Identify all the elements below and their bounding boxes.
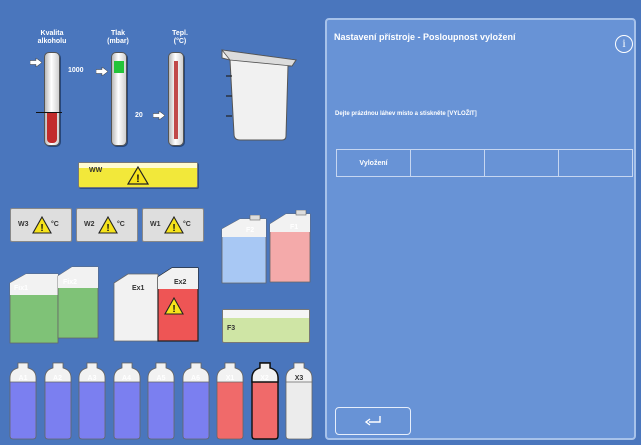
waste-wax-tank[interactable]: WW ! (78, 162, 198, 188)
warning-icon: ! (32, 216, 52, 234)
fixative-2-label: Fix2 (63, 279, 78, 286)
info-icon[interactable]: i (615, 35, 633, 53)
sequence-tabs: Vyložení (336, 149, 633, 177)
reagent-bottle-x3[interactable]: X3 (284, 362, 314, 440)
tab-unload[interactable]: Vyložení (336, 150, 410, 176)
formalin-1-container[interactable] (268, 210, 312, 284)
temperature-value: 20 (135, 112, 143, 119)
bottle-icon (182, 362, 209, 440)
panel-title: Nastavení přístroje - Posloupnost vylože… (334, 32, 516, 42)
wax-bath-2-unit: °C (117, 221, 125, 228)
reagent-bottle-a2[interactable]: A2 (43, 362, 73, 440)
alcohol-arrow-icon (30, 58, 42, 67)
wax-bath-1-unit: °C (183, 221, 191, 228)
reagent-bottle-a4[interactable]: A4 (112, 362, 142, 440)
bottle-icon (250, 362, 279, 440)
svg-text:!: ! (40, 223, 43, 234)
bottle-label: A5 (156, 375, 166, 382)
waste-wax-label: WW (89, 167, 103, 174)
bottle-label: A6 (191, 375, 200, 382)
bottle-label: A3 (87, 375, 97, 382)
wax-bath-2-label: W2 (84, 221, 95, 228)
reagent-bottle-a3[interactable]: A3 (77, 362, 107, 440)
temperature-gauge (168, 52, 184, 146)
pressure-arrow-icon (96, 67, 108, 76)
bottle-label: A4 (122, 375, 131, 382)
return-arrow-icon (365, 416, 381, 426)
temperature-level-fill (174, 61, 178, 139)
instruction-text: Dejte prázdnou láhev místo a stiskněte [… (335, 111, 477, 117)
pressure-max-value: 1000 (68, 67, 84, 74)
svg-text:!: ! (106, 223, 109, 234)
back-button[interactable] (335, 407, 411, 435)
fixative-1-container[interactable] (8, 271, 60, 345)
pressure-label: Tlak (mbar) (107, 30, 129, 45)
bottle-label: X2 (260, 375, 269, 382)
tank-lip (223, 310, 309, 318)
formalin-3-label: F3 (227, 325, 236, 332)
formalin-2-container[interactable] (220, 215, 268, 285)
svg-text:!: ! (172, 223, 175, 234)
alcohol-quality-label: Kvalita alkoholu (37, 30, 67, 45)
temperature-label: Tepl. (°C) (172, 30, 188, 45)
formalin-3-tank[interactable]: F3 (222, 309, 310, 343)
wax-bath-3[interactable]: W3 °C ! (10, 208, 72, 242)
svg-text:!: ! (172, 304, 175, 315)
external-1-container[interactable] (112, 271, 160, 343)
external-2-label: Ex2 (174, 279, 187, 286)
tab-empty-4[interactable] (558, 150, 633, 176)
wax-bath-3-label: W3 (18, 221, 29, 228)
reagent-bottle-x2[interactable]: X2 (250, 362, 280, 440)
unload-sequence-panel: Nastavení přístroje - Posloupnost vylože… (325, 18, 636, 440)
wax-bath-1[interactable]: W1 °C ! (142, 208, 204, 242)
reagent-bottle-a5[interactable]: A5 (146, 362, 176, 440)
warning-icon: ! (127, 166, 149, 185)
bottle-icon (147, 362, 175, 440)
bottle-label: A1 (18, 375, 28, 382)
external-1-label: Ex1 (132, 285, 145, 292)
warning-icon: ! (164, 297, 184, 315)
bottle-label: X1 (225, 375, 235, 382)
reagent-bottle-a6[interactable]: A6 (181, 362, 211, 440)
tab-empty-2[interactable] (410, 150, 484, 176)
reagent-bottle-row: A1 A2 A3 A4 A5 A6 X1 X2 X3 (8, 362, 318, 442)
tab-empty-3[interactable] (484, 150, 558, 176)
wax-bath-1-label: W1 (150, 221, 161, 228)
alcohol-quality-gauge (44, 52, 60, 146)
alcohol-level-fill (47, 113, 57, 143)
svg-text:!: ! (136, 173, 140, 185)
wax-bath-2[interactable]: W2 °C ! (76, 208, 138, 242)
fixative-1-label: Fix1 (14, 285, 29, 292)
formalin-1-label: F1 (290, 224, 299, 231)
warning-icon: ! (164, 216, 184, 234)
fixative-2-container[interactable] (56, 264, 100, 340)
bottle-icon (44, 362, 71, 440)
bottle-icon (216, 362, 244, 440)
bottle-label: X3 (294, 375, 304, 382)
warning-icon: ! (98, 216, 118, 234)
reagent-bottle-x1[interactable]: X1 (215, 362, 245, 440)
bottle-icon (9, 362, 37, 440)
bottle-label: A2 (53, 375, 62, 382)
pressure-level-fill (114, 61, 124, 73)
alcohol-threshold-line (36, 112, 62, 113)
bottle-icon (113, 362, 140, 440)
formalin-2-label: F2 (246, 227, 255, 234)
temperature-arrow-icon (153, 111, 165, 120)
retort-vessel-icon (221, 49, 297, 141)
wax-bath-3-unit: °C (51, 221, 59, 228)
bottle-icon (285, 362, 313, 440)
bottle-icon (78, 362, 106, 440)
pressure-gauge (111, 52, 127, 146)
reagent-bottle-a1[interactable]: A1 (8, 362, 38, 440)
